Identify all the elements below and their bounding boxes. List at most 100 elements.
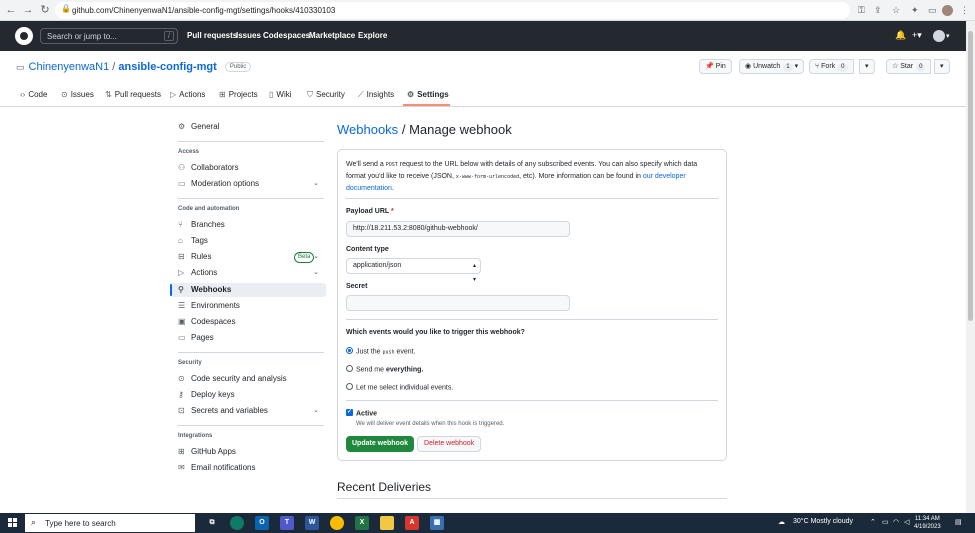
extensions-icon[interactable]: ✦	[911, 4, 919, 16]
sidebar-item-pages[interactable]: ▭ Pages	[178, 332, 214, 344]
sidebar-item-deploy-keys[interactable]: ⚷ Deploy keys	[178, 389, 235, 401]
reload-icon[interactable]: ↻	[38, 3, 52, 17]
sidebar-item-branches[interactable]: ⑂ Branches	[178, 219, 225, 231]
tab-pull-requests[interactable]: ⇅ Pull requests	[105, 90, 161, 99]
radio-send-everything[interactable]: Send me everything.	[346, 365, 423, 373]
payload-url-input[interactable]: http://18.211.53.2:8080/github-webhook/	[346, 221, 570, 237]
nav-pull-requests[interactable]: Pull requests	[187, 31, 237, 40]
sidepanel-icon[interactable]: ▭	[928, 4, 937, 16]
tray-chevron-icon[interactable]: ⌃	[870, 518, 876, 526]
notifications-icon[interactable]: ▤	[955, 518, 962, 526]
tab-code[interactable]: ‹› Code	[20, 90, 47, 99]
nav-marketplace[interactable]: Marketplace	[309, 31, 355, 40]
wifi-icon[interactable]: ◠	[893, 518, 899, 526]
tab-security[interactable]: ⛉ Security	[307, 90, 345, 100]
sidebar-item-general[interactable]: ⚙ General	[178, 121, 219, 133]
tab-settings-label: Settings	[417, 90, 449, 99]
volume-icon[interactable]: ◁	[904, 518, 909, 526]
forward-icon[interactable]: →	[21, 3, 35, 17]
sidebar-item-email-notifications[interactable]: ✉ Email notifications	[178, 462, 255, 474]
outlook-icon[interactable]: O	[255, 516, 269, 530]
slash-key-hint: /	[164, 31, 174, 41]
secret-input[interactable]	[346, 295, 570, 311]
acrobat-icon[interactable]: A	[405, 516, 419, 530]
fork-dropdown-button[interactable]: ▾	[859, 59, 875, 74]
pin-button[interactable]: 📌 Pin	[699, 59, 732, 74]
page-scrollbar[interactable]	[966, 21, 975, 513]
key-icon[interactable]: ⚿	[858, 4, 865, 16]
sidebar-item-label: Tags	[191, 236, 208, 245]
teams-icon[interactable]: T	[280, 516, 294, 530]
unwatch-button[interactable]: ◉ Unwatch 1 ▾	[739, 59, 805, 74]
update-webhook-button[interactable]: Update webhook	[346, 436, 415, 452]
windows-start-icon[interactable]	[8, 518, 18, 528]
menu-icon[interactable]: ⋮	[960, 4, 969, 16]
weather-text[interactable]: 30°C Mostly cloudy	[793, 518, 853, 525]
edge-icon[interactable]	[230, 516, 244, 530]
address-bar[interactable]: 🔒 github.com/ChinenyenwaN1/ansible-confi…	[55, 2, 850, 19]
sidebar-item-collaborators[interactable]: ⚇ Collaborators	[178, 162, 239, 174]
word-icon[interactable]: W	[305, 516, 319, 530]
search-input[interactable]: Search or jump to... /	[40, 28, 178, 44]
scrollbar-thumb[interactable]	[968, 31, 973, 321]
radio-individual-events[interactable]: Let me select individual events.	[346, 383, 453, 391]
tab-actions[interactable]: ▷ Actions	[170, 90, 205, 99]
sidebar-item-codespaces[interactable]: ▣ Codespaces	[178, 316, 235, 328]
notification-bell-icon[interactable]: 🔔	[895, 30, 906, 41]
issue-icon: ⊙	[61, 90, 68, 99]
search-placeholder: Search or jump to...	[47, 32, 117, 41]
profile-avatar[interactable]	[942, 5, 953, 16]
sidebar-item-code-security[interactable]: ⊙ Code security and analysis	[178, 373, 287, 385]
sidebar-item-github-apps[interactable]: ⊞ GitHub Apps	[178, 446, 236, 458]
sidebar-item-rules[interactable]: ⊟ Rules Beta ⌄	[178, 251, 324, 263]
comment-icon: ▭	[178, 179, 186, 188]
sidebar-item-actions[interactable]: ▷ Actions ⌄	[178, 267, 324, 279]
network-icon[interactable]: ▭	[882, 518, 889, 526]
sidebar-item-moderation[interactable]: ▭ Moderation options ⌄	[178, 178, 324, 190]
tab-insights[interactable]: ⟋ Insights	[358, 90, 394, 100]
tab-projects[interactable]: ⊞ Projects	[219, 90, 258, 99]
sidebar-item-webhooks[interactable]: ⚲ Webhooks	[178, 284, 231, 296]
repo-owner-link[interactable]: ChinenyenwaN1	[29, 61, 110, 73]
repo-icon: ▭	[16, 62, 25, 72]
repo-name-link[interactable]: ansible-config-mgt	[118, 61, 216, 73]
share-icon[interactable]: ⇪	[874, 4, 882, 16]
nav-issues[interactable]: Issues	[236, 31, 261, 40]
chrome-icon[interactable]	[330, 516, 344, 530]
sidebar-item-label: Collaborators	[191, 163, 239, 172]
tab-settings[interactable]: ⚙ Settings	[407, 90, 449, 99]
pull-request-icon: ⇅	[105, 90, 112, 99]
github-logo-icon[interactable]	[15, 27, 33, 45]
bookmark-star-icon[interactable]: ☆	[892, 4, 900, 16]
taskbar-clock[interactable]: 11:34 AM 4/19/2023	[914, 515, 941, 531]
browser-toolbar: ← → ↻ 🔒 github.com/ChinenyenwaN1/ansible…	[0, 0, 975, 21]
nav-codespaces[interactable]: Codespaces	[263, 31, 310, 40]
sidebar-item-tags[interactable]: ⌂ Tags	[178, 235, 208, 247]
chevron-down-icon: ⌄	[313, 269, 319, 276]
task-view-icon[interactable]: ⧉	[205, 516, 219, 530]
content-type-select[interactable]: application/json ▴ ▾	[346, 258, 481, 283]
active-checkbox[interactable]: ✓ Active	[346, 409, 377, 417]
avatar-dropdown-icon[interactable]: ▾	[946, 32, 950, 40]
app-icon[interactable]: ▦	[430, 516, 444, 530]
excel-icon[interactable]: X	[355, 516, 369, 530]
star-dropdown-button[interactable]: ▾	[934, 59, 950, 74]
breadcrumb-webhooks-link[interactable]: Webhooks	[337, 122, 398, 137]
tab-wiki[interactable]: ▯ Wiki	[269, 90, 292, 99]
sidebar-item-secrets[interactable]: ⊡ Secrets and variables ⌄	[178, 405, 324, 417]
recent-deliveries-heading: Recent Deliveries	[337, 480, 432, 494]
divider	[346, 198, 718, 199]
create-new-icon[interactable]: +▾	[912, 30, 922, 41]
sidebar-item-environments[interactable]: ☰ Environments	[178, 300, 240, 312]
radio-just-push[interactable]: Just the push event.	[346, 347, 416, 355]
tab-issues[interactable]: ⊙ Issues	[61, 90, 94, 99]
user-avatar[interactable]	[933, 30, 945, 42]
taskbar-search-input[interactable]: ⌕ Type here to search	[25, 514, 195, 532]
fork-button[interactable]: ⑂ Fork 0	[809, 59, 854, 74]
taskbar-search-placeholder: Type here to search	[45, 519, 116, 528]
star-button[interactable]: ☆ Star 0	[886, 59, 932, 74]
delete-webhook-button[interactable]: Delete webhook	[417, 436, 482, 452]
file-explorer-icon[interactable]	[380, 516, 394, 530]
nav-explore[interactable]: Explore	[358, 31, 387, 40]
back-icon[interactable]: ←	[4, 3, 18, 17]
